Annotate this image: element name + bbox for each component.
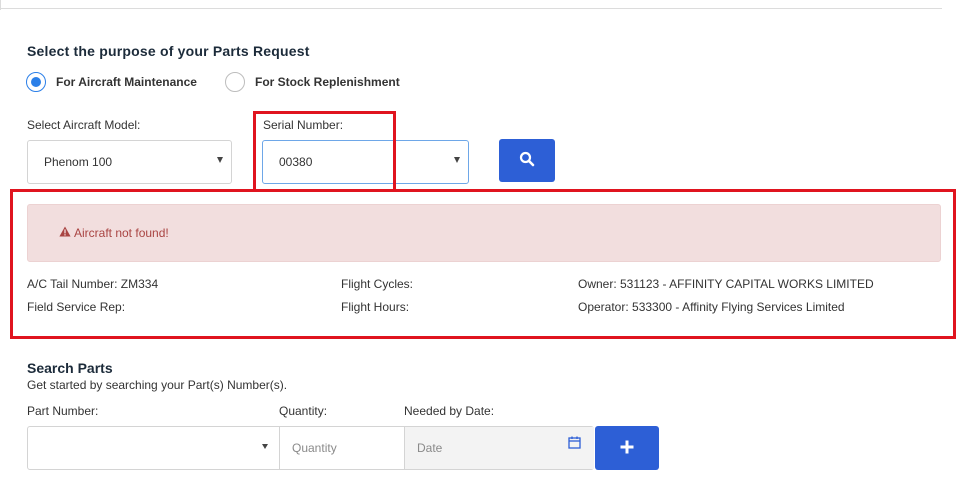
part-search-input-group: Quantity Date	[27, 426, 594, 470]
search-aircraft-button[interactable]	[499, 139, 555, 182]
part-number-label: Part Number:	[27, 404, 99, 418]
chevron-down-icon	[454, 157, 460, 163]
radio-label-stock-replenishment: For Stock Replenishment	[255, 75, 400, 89]
search-parts-title: Search Parts	[27, 360, 113, 376]
radio-stock-replenishment[interactable]: For Stock Replenishment	[225, 72, 400, 92]
top-divider	[0, 8, 942, 9]
quantity-placeholder: Quantity	[292, 441, 337, 455]
needed-by-date-label: Needed by Date:	[404, 404, 495, 418]
radio-aircraft-maintenance[interactable]: For Aircraft Maintenance	[26, 72, 197, 92]
quantity-input[interactable]: Quantity	[280, 427, 404, 469]
date-placeholder: Date	[417, 441, 443, 455]
radio-button-checked[interactable]	[26, 72, 46, 92]
aircraft-info-highlight	[10, 189, 956, 339]
aircraft-model-label: Select Aircraft Model:	[27, 118, 141, 132]
quantity-label: Quantity:	[279, 404, 328, 418]
radio-button-unchecked[interactable]	[225, 72, 245, 92]
purpose-title: Select the purpose of your Parts Request	[27, 43, 310, 59]
serial-number-highlight	[253, 111, 396, 192]
part-number-select[interactable]	[28, 427, 279, 469]
plus-icon	[620, 440, 634, 457]
date-input[interactable]: Date	[405, 427, 594, 469]
chevron-down-icon	[262, 444, 268, 449]
calendar-icon[interactable]	[568, 436, 581, 452]
radio-label-aircraft-maintenance: For Aircraft Maintenance	[56, 75, 197, 89]
search-parts-subtitle: Get started by searching your Part(s) Nu…	[27, 378, 288, 392]
search-icon	[519, 151, 535, 170]
add-part-button[interactable]	[595, 426, 659, 470]
aircraft-model-value: Phenom 100	[44, 155, 113, 169]
aircraft-model-select[interactable]: Phenom 100	[27, 140, 232, 184]
chevron-down-icon	[217, 157, 223, 163]
